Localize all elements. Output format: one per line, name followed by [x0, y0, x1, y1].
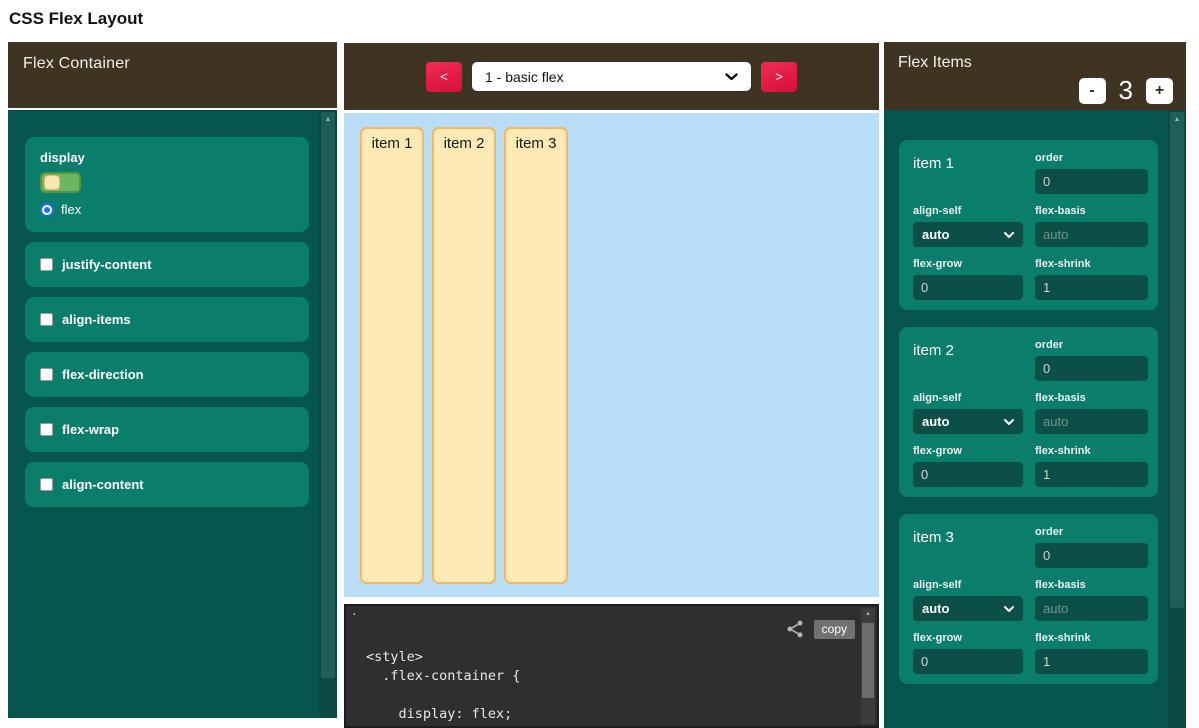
order-label: order [1035, 152, 1148, 164]
align-self-label: align-self [913, 579, 1023, 591]
prev-preset-button[interactable]: < [426, 62, 462, 92]
right-scrollbar-thumb[interactable] [1170, 112, 1184, 608]
chevron-down-icon [1004, 419, 1014, 425]
copy-button[interactable]: copy [814, 620, 855, 639]
next-preset-button[interactable]: > [761, 62, 797, 92]
align-content-checkbox[interactable] [40, 478, 53, 491]
display-control-card: display flex [25, 137, 309, 232]
item-1-order-input[interactable] [1035, 169, 1148, 194]
item-2-card: item 2 order align-self auto flex-basis … [899, 327, 1158, 497]
preset-select-value: 1 - basic flex [485, 69, 725, 85]
align-content-card[interactable]: align-content [25, 462, 309, 507]
flex-shrink-label: flex-shrink [1035, 258, 1148, 270]
scroll-up-icon[interactable]: ▲ [319, 116, 337, 123]
item-2-flex-grow-input[interactable] [913, 462, 1023, 487]
item-3-card: item 3 order align-self auto flex-basis … [899, 514, 1158, 684]
flex-radio[interactable] [40, 203, 54, 217]
flex-items-panel: Flex Items - 3 + item 1 order align-self… [884, 42, 1186, 728]
flex-shrink-label: flex-shrink [1035, 632, 1148, 644]
order-label: order [1035, 526, 1148, 538]
align-self-value: auto [922, 227, 1004, 242]
align-self-value: auto [922, 601, 1004, 616]
justify-content-label: justify-content [62, 257, 152, 272]
preview-item-1: item 1 [360, 127, 424, 584]
align-content-label: align-content [62, 477, 144, 492]
flex-grow-label: flex-grow [913, 632, 1023, 644]
item-1-flex-basis-input[interactable] [1035, 222, 1148, 247]
item-2-align-self-select[interactable]: auto [913, 409, 1023, 434]
stray-dot: . [351, 607, 358, 619]
page-title: CSS Flex Layout [9, 9, 143, 29]
toggle-knob [44, 175, 60, 190]
code-scrollbar[interactable]: ▲ [861, 608, 875, 724]
display-label: display [40, 150, 294, 165]
scroll-up-icon[interactable]: ▲ [1168, 116, 1186, 123]
display-toggle[interactable] [40, 172, 81, 193]
right-panel-scrollbar[interactable]: ▲ [1168, 110, 1186, 728]
item-3-flex-shrink-input[interactable] [1035, 649, 1148, 674]
align-self-label: align-self [913, 205, 1023, 217]
item-1-flex-shrink-input[interactable] [1035, 275, 1148, 300]
preview-item-2: item 2 [432, 127, 496, 584]
flex-container-panel: Flex Container display flex justify-cont… [8, 42, 337, 718]
order-label: order [1035, 339, 1148, 351]
item-3-flex-basis-input[interactable] [1035, 596, 1148, 621]
item-2-order-input[interactable] [1035, 356, 1148, 381]
item-3-flex-grow-input[interactable] [913, 649, 1023, 674]
flex-basis-label: flex-basis [1035, 579, 1148, 591]
justify-content-checkbox[interactable] [40, 258, 53, 271]
flex-radio-label: flex [61, 202, 81, 217]
item-count: 3 [1119, 75, 1133, 106]
flex-basis-label: flex-basis [1035, 392, 1148, 404]
align-items-label: align-items [62, 312, 131, 327]
item-1-flex-grow-input[interactable] [913, 275, 1023, 300]
preset-selector-bar: < 1 - basic flex > [344, 43, 879, 110]
preset-select[interactable]: 1 - basic flex [471, 61, 752, 92]
add-item-button[interactable]: + [1146, 78, 1173, 104]
flex-shrink-label: flex-shrink [1035, 445, 1148, 457]
chevron-down-icon [1004, 232, 1014, 238]
flex-grow-label: flex-grow [913, 258, 1023, 270]
preview-item-3: item 3 [504, 127, 568, 584]
flex-wrap-card[interactable]: flex-wrap [25, 407, 309, 452]
flex-basis-label: flex-basis [1035, 205, 1148, 217]
align-items-checkbox[interactable] [40, 313, 53, 326]
flex-wrap-checkbox[interactable] [40, 423, 53, 436]
justify-content-card[interactable]: justify-content [25, 242, 309, 287]
align-items-card[interactable]: align-items [25, 297, 309, 342]
code-scrollbar-thumb[interactable] [862, 623, 874, 698]
flex-items-panel-title: Flex Items [898, 54, 972, 71]
align-self-value: auto [922, 414, 1004, 429]
code-scroll-up-icon[interactable]: ▲ [861, 611, 875, 617]
item-2-flex-shrink-input[interactable] [1035, 462, 1148, 487]
code-panel: . copy <style> .flex-container { display… [344, 604, 879, 728]
item-3-align-self-select[interactable]: auto [913, 596, 1023, 621]
item-1-title: item 1 [913, 152, 1023, 194]
item-1-align-self-select[interactable]: auto [913, 222, 1023, 247]
flex-direction-card[interactable]: flex-direction [25, 352, 309, 397]
align-self-label: align-self [913, 392, 1023, 404]
flex-preview-container: item 1 item 2 item 3 [344, 113, 879, 597]
item-2-flex-basis-input[interactable] [1035, 409, 1148, 434]
share-icon[interactable] [785, 619, 805, 639]
flex-wrap-label: flex-wrap [62, 422, 119, 437]
flex-container-panel-title: Flex Container [8, 42, 337, 108]
flex-direction-label: flex-direction [62, 367, 144, 382]
flex-container-panel-body: display flex justify-content align-items… [8, 110, 337, 718]
css-code: <style> .flex-container { display: flex; [366, 648, 520, 724]
flex-grow-label: flex-grow [913, 445, 1023, 457]
item-2-title: item 2 [913, 339, 1023, 381]
flex-direction-checkbox[interactable] [40, 368, 53, 381]
item-3-order-input[interactable] [1035, 543, 1148, 568]
left-scrollbar-thumb[interactable] [321, 112, 335, 678]
flex-items-panel-body: item 1 order align-self auto flex-basis … [884, 110, 1186, 728]
chevron-down-icon [725, 73, 738, 81]
remove-item-button[interactable]: - [1079, 78, 1106, 104]
chevron-down-icon [1004, 606, 1014, 612]
item-1-card: item 1 order align-self auto flex-basis … [899, 140, 1158, 310]
item-3-title: item 3 [913, 526, 1023, 568]
left-panel-scrollbar[interactable]: ▲ [319, 110, 337, 718]
